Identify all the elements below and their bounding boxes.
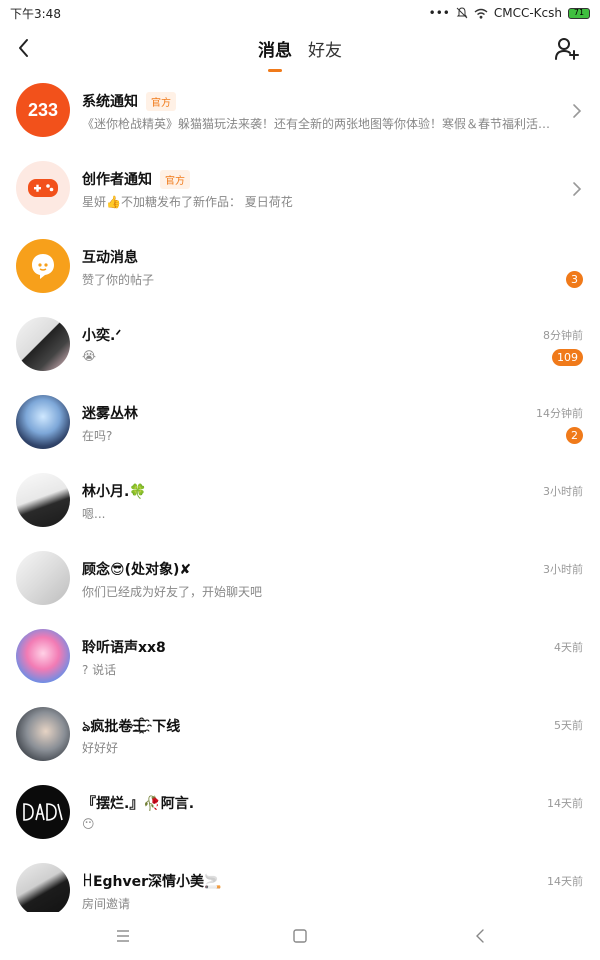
message-time: 14天前 (547, 875, 583, 888)
list-item[interactable]: 创作者通知 官方 星妍👍不加糖发布了新作品： 夏日荷花 (0, 150, 600, 228)
contact-name: 系统通知 (82, 94, 138, 110)
wifi-icon (474, 8, 488, 19)
message-preview: 好好好 (82, 741, 119, 755)
name-line: ঌ疯批卷王҈下线 (82, 715, 180, 739)
message-preview: 在吗? (82, 429, 113, 443)
status-right: ••• CMCC-Kcsh 71 (429, 6, 590, 20)
menu-icon[interactable] (113, 926, 133, 946)
system-nav-bar (0, 912, 600, 960)
name-line: ꀿEghver深情小美🚬 (82, 871, 221, 891)
name-line: 创作者通知 官方 (82, 169, 190, 189)
tab-bar: 消息 好友 (0, 36, 600, 61)
message-preview: 星妍👍不加糖发布了新作品： 夏日荷花 (82, 195, 293, 209)
chevron-right-icon (573, 182, 582, 196)
message-time: 14分钟前 (536, 407, 583, 420)
contact-name: 聆听语声xx8 (82, 640, 166, 656)
avatar (16, 785, 70, 839)
message-preview: 😭 (82, 349, 97, 363)
name-line: 聆听语声xx8 (82, 637, 166, 657)
home-square-icon[interactable] (290, 926, 310, 946)
header: 消息 好友 (0, 26, 600, 76)
list-item[interactable]: 互动消息 赞了你的帖子 3 (0, 228, 600, 306)
message-preview: ? 说话 (82, 663, 117, 677)
graffiti-logo (23, 803, 63, 821)
list-item[interactable]: 顾念😎(处对象)✘ 你们已经成为好友了，开始聊天吧 3小时前 (0, 540, 600, 618)
avatar (16, 473, 70, 527)
avatar (16, 239, 70, 293)
back-icon[interactable] (470, 926, 490, 946)
list-item[interactable]: 林小月.🍀 嗯... 3小时前 (0, 462, 600, 540)
name-line: 『摆烂.』🥀阿言. (82, 793, 194, 813)
name-line: 小奕.ᐟ (82, 325, 121, 345)
avatar (16, 863, 70, 917)
tab-messages[interactable]: 消息 (258, 36, 292, 61)
official-badge: 官方 (160, 169, 190, 189)
contact-name: 林小月.🍀 (82, 484, 147, 500)
more-dots-icon: ••• (428, 6, 450, 20)
avatar-text: 233 (27, 99, 59, 120)
message-preview: 嗯... (82, 507, 106, 521)
name-line: 迷雾丛林 (82, 403, 138, 423)
avatar (16, 317, 70, 371)
official-badge: 官方 (146, 91, 176, 111)
avatar (16, 395, 70, 449)
name-line: 互动消息 (82, 247, 138, 267)
message-time: 14天前 (547, 797, 583, 810)
message-preview: 《迷你枪战精英》躲猫猫玩法来袭！还有全新的两张地图等你体验！寒假＆春节福利活动送… (82, 117, 560, 131)
contact-name: 顾念😎(处对象)✘ (82, 562, 192, 578)
contact-name: 迷雾丛林 (82, 406, 138, 422)
message-time: 5天前 (554, 719, 583, 732)
unread-badge: 109 (552, 349, 583, 366)
avatar (16, 551, 70, 605)
chevron-right-icon (573, 104, 582, 118)
carrier-label: CMCC-Kcsh (493, 6, 562, 20)
list-item[interactable]: 迷雾丛林 在吗? 14分钟前 2 (0, 384, 600, 462)
unread-badge: 3 (566, 271, 583, 288)
tab-friends[interactable]: 好友 (308, 36, 342, 61)
contact-name: ঌ疯批卷王҈下线 (82, 719, 181, 735)
list-item[interactable]: 『摆烂.』🥀阿言. 😶 14天前 (0, 774, 600, 852)
message-time: 4天前 (554, 641, 583, 654)
message-preview: 你们已经成为好友了，开始聊天吧 (82, 585, 263, 599)
avatar (16, 161, 70, 215)
avatar (16, 629, 70, 683)
contact-name: 互动消息 (82, 250, 138, 266)
avatar: 233 (16, 83, 70, 137)
battery-icon: 71 (568, 7, 590, 19)
contact-name: 小奕.ᐟ (82, 328, 122, 344)
list-item[interactable]: 小奕.ᐟ 😭 8分钟前 109 (0, 306, 600, 384)
message-time: 3小时前 (543, 563, 583, 576)
contact-name: 创作者通知 (82, 172, 152, 188)
add-friend-icon[interactable] (554, 36, 580, 62)
name-line: 顾念😎(处对象)✘ (82, 559, 191, 579)
contact-name: ꀿEghver深情小美🚬 (82, 874, 222, 890)
message-time: 8分钟前 (543, 329, 583, 342)
message-preview: 赞了你的帖子 (82, 273, 155, 287)
status-bar: 下午3:48 ••• CMCC-Kcsh 71 (0, 0, 600, 26)
avatar (16, 707, 70, 761)
message-list: 233 系统通知 官方 《迷你枪战精英》躲猫猫玩法来袭！还有全新的两张地图等你体… (0, 72, 600, 930)
list-item[interactable]: 聆听语声xx8 ? 说话 4天前 (0, 618, 600, 696)
name-line: 系统通知 官方 (82, 91, 176, 111)
list-item[interactable]: ঌ疯批卷王҈下线 好好好 5天前 (0, 696, 600, 774)
status-time: 下午3:48 (10, 6, 61, 21)
message-time: 3小时前 (543, 485, 583, 498)
message-preview: 房间邀请 (82, 897, 131, 911)
mute-bell-icon (456, 7, 468, 19)
message-preview: 😶 (82, 817, 95, 831)
unread-badge: 2 (566, 427, 583, 444)
name-line: 林小月.🍀 (82, 481, 147, 501)
list-item[interactable]: 233 系统通知 官方 《迷你枪战精英》躲猫猫玩法来袭！还有全新的两张地图等你体… (0, 72, 600, 150)
contact-name: 『摆烂.』🥀阿言. (82, 796, 195, 812)
gamepad-icon (28, 179, 58, 197)
chat-bubble-icon (32, 254, 54, 279)
